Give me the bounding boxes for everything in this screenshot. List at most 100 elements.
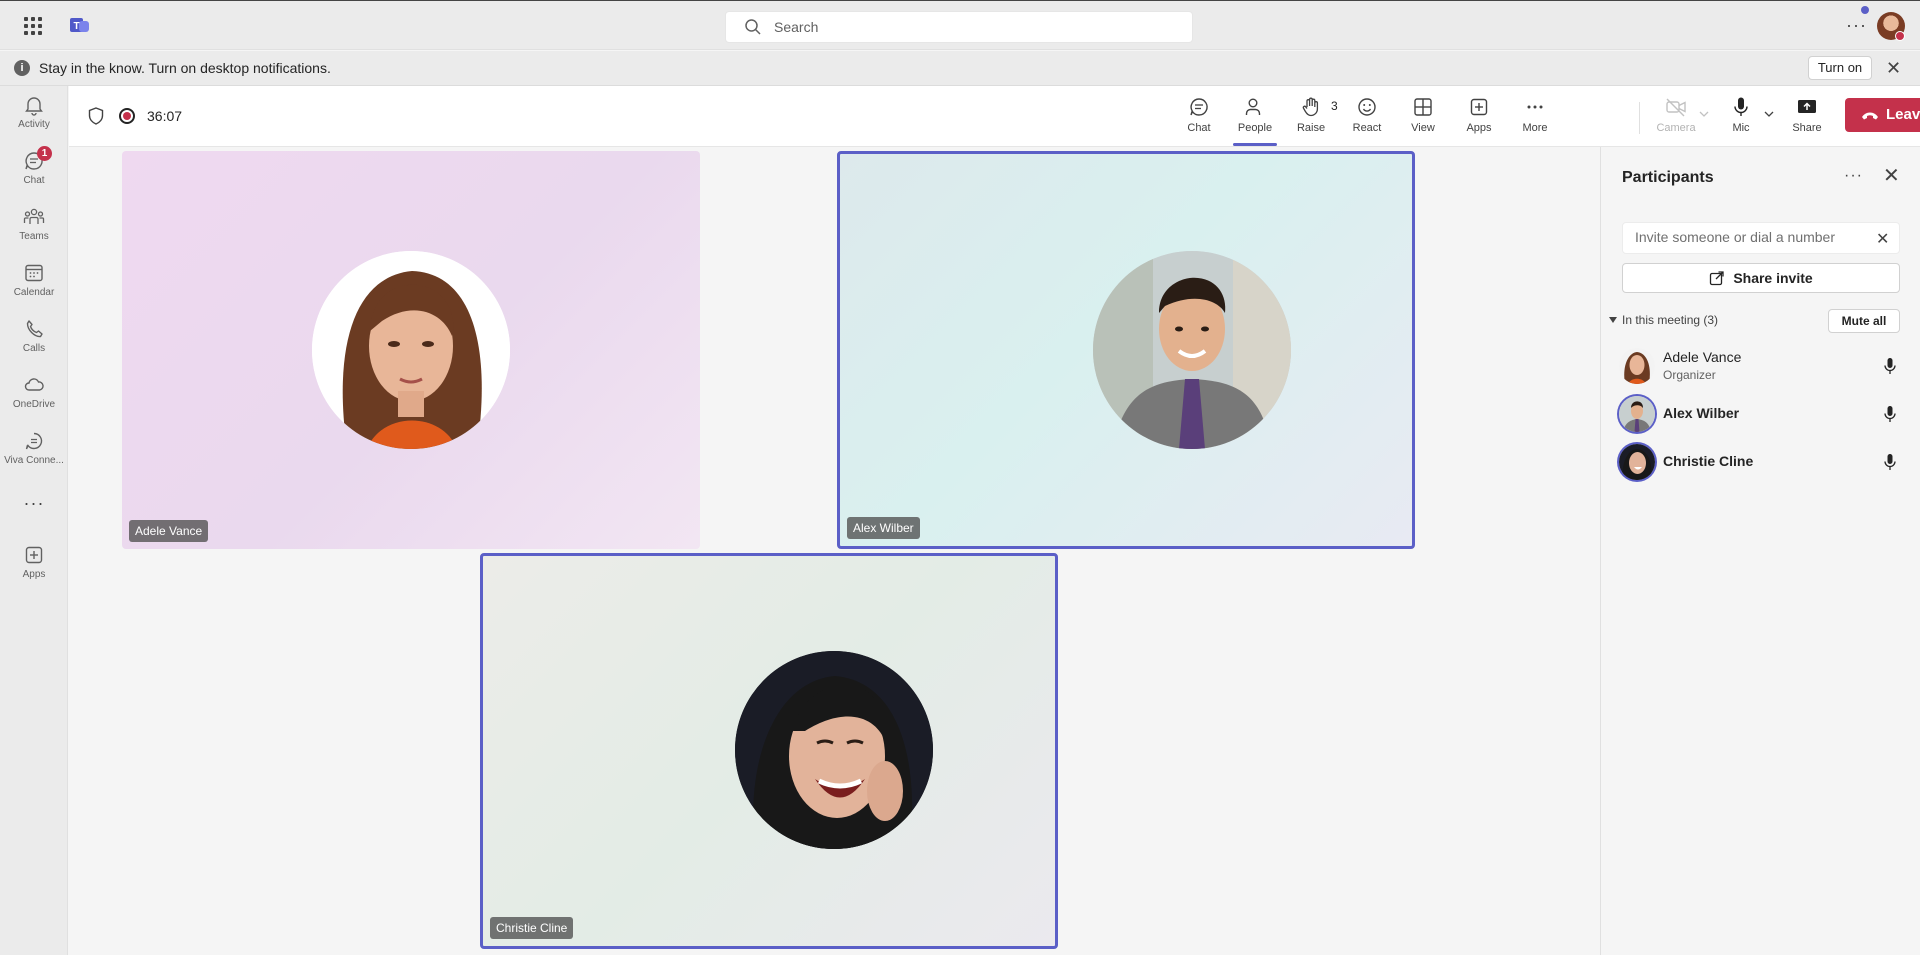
teams-logo-icon: T xyxy=(70,18,89,32)
rail-label-viva: Viva Conne... xyxy=(4,455,64,466)
more-apps-icon[interactable]: ··· xyxy=(0,493,68,514)
rail-label-calls: Calls xyxy=(22,343,46,354)
rail-label-calendar: Calendar xyxy=(13,287,55,298)
chat-button[interactable]: Chat xyxy=(1174,96,1224,134)
rail-label-apps: Apps xyxy=(22,569,46,580)
plus-square-icon xyxy=(25,546,43,564)
rail-item-onedrive[interactable]: OneDrive xyxy=(0,374,68,410)
share-invite-button[interactable]: Share invite xyxy=(1622,263,1900,293)
avatar xyxy=(1619,444,1655,480)
rail-item-viva[interactable]: Viva Conne... xyxy=(0,430,68,466)
people-button[interactable]: People xyxy=(1230,96,1280,134)
more-icon xyxy=(1527,105,1543,109)
camera-off-icon xyxy=(1666,98,1686,117)
in-meeting-section-toggle[interactable]: In this meeting (3) xyxy=(1609,313,1718,327)
react-button[interactable]: React xyxy=(1342,96,1392,134)
rail-item-chat[interactable]: 1 Chat xyxy=(0,146,68,186)
apps-button[interactable]: Apps xyxy=(1454,96,1504,134)
more-label: More xyxy=(1522,122,1548,134)
presence-status-icon xyxy=(1895,31,1905,41)
camera-button[interactable]: Camera xyxy=(1651,96,1701,134)
more-icon[interactable]: ··· xyxy=(1844,167,1863,185)
notification-bar: i Stay in the know. Turn on desktop noti… xyxy=(0,51,1920,86)
rail-label-chat: Chat xyxy=(23,175,45,186)
teams-icon xyxy=(23,208,45,224)
participant-name: Christie Cline xyxy=(1663,453,1754,469)
rail-label-activity: Activity xyxy=(18,119,50,130)
share-icon xyxy=(1710,271,1724,286)
rail-label-teams: Teams xyxy=(19,231,49,242)
video-tile[interactable]: Alex Wilber xyxy=(837,151,1415,549)
notification-message: Stay in the know. Turn on desktop notifi… xyxy=(39,60,331,76)
people-icon xyxy=(1245,98,1261,115)
mic-icon[interactable] xyxy=(1882,405,1898,423)
mute-all-button[interactable]: Mute all xyxy=(1828,309,1900,333)
viva-icon xyxy=(25,432,43,450)
info-icon: i xyxy=(14,60,30,76)
rail-item-calendar[interactable]: Calendar xyxy=(0,262,68,298)
avatar xyxy=(735,651,933,849)
raise-label: Raise xyxy=(1296,122,1326,134)
rail-item-apps[interactable]: Apps xyxy=(0,544,68,580)
rail-item-calls[interactable]: Calls xyxy=(0,318,68,354)
rail-item-activity[interactable]: Activity xyxy=(0,94,68,130)
participant-row[interactable]: Adele Vance Organizer xyxy=(1601,344,1920,388)
emoji-icon xyxy=(1358,98,1376,116)
participant-role: Organizer xyxy=(1663,368,1716,382)
plus-square-icon xyxy=(1470,98,1488,116)
notification-dot xyxy=(1861,6,1869,14)
raise-hand-icon xyxy=(1302,97,1319,117)
mic-button[interactable]: Mic xyxy=(1716,96,1766,134)
participant-name-tag: Alex Wilber xyxy=(847,517,920,539)
leave-button[interactable]: Leave xyxy=(1845,98,1920,132)
app-rail: Activity 1 Chat Teams Calendar Calls One… xyxy=(0,86,68,955)
clear-icon[interactable]: ✕ xyxy=(1876,229,1889,249)
participant-row[interactable]: Alex Wilber xyxy=(1601,392,1920,436)
shield-icon[interactable] xyxy=(88,107,104,125)
mic-icon[interactable] xyxy=(1882,453,1898,471)
share-screen-icon xyxy=(1798,100,1816,113)
settings-more-icon[interactable]: ··· xyxy=(1846,15,1867,36)
section-label: In this meeting (3) xyxy=(1622,313,1719,327)
turn-on-button[interactable]: Turn on xyxy=(1808,56,1872,80)
rail-item-teams[interactable]: Teams xyxy=(0,206,68,242)
participant-name: Alex Wilber xyxy=(1663,405,1740,421)
mic-options-chevron-icon[interactable] xyxy=(1764,110,1774,118)
participant-name-tag: Adele Vance xyxy=(129,520,209,542)
camera-options-chevron-icon[interactable] xyxy=(1699,110,1709,118)
search-box[interactable]: Search xyxy=(725,11,1193,43)
video-tile[interactable]: Christie Cline xyxy=(480,553,1058,949)
avatar xyxy=(1619,348,1655,384)
mic-icon xyxy=(1734,97,1748,116)
avatar xyxy=(312,251,510,449)
hang-up-icon xyxy=(1862,112,1878,120)
toolbar-divider xyxy=(1639,102,1640,134)
raise-hand-button[interactable]: Raise xyxy=(1286,96,1336,134)
share-button[interactable]: Share xyxy=(1782,96,1832,134)
chat-label: Chat xyxy=(1187,122,1211,134)
more-button[interactable]: More xyxy=(1510,96,1560,134)
close-icon[interactable]: ✕ xyxy=(1883,166,1900,186)
view-label: View xyxy=(1411,122,1435,134)
invite-field[interactable]: ✕ xyxy=(1622,222,1900,254)
people-label: People xyxy=(1237,122,1273,134)
participant-row[interactable]: Christie Cline xyxy=(1601,440,1920,484)
participants-panel: Participants ··· ✕ ✕ Share invite In thi… xyxy=(1600,147,1920,955)
invite-input[interactable] xyxy=(1635,229,1855,245)
video-tile[interactable]: Adele Vance xyxy=(122,151,700,549)
share-label: Share xyxy=(1792,122,1822,134)
video-stage: Adele Vance Alex Wilber Christie Cline xyxy=(69,147,1600,955)
avatar xyxy=(1093,251,1291,449)
camera-label: Camera xyxy=(1656,122,1696,134)
leave-label: Leave xyxy=(1886,106,1920,123)
react-label: React xyxy=(1352,122,1382,134)
view-button[interactable]: View xyxy=(1398,96,1448,134)
close-icon[interactable]: ✕ xyxy=(1886,59,1901,77)
app-launcher-icon[interactable] xyxy=(24,17,42,35)
cloud-icon xyxy=(24,378,44,391)
title-bar: T Search ··· xyxy=(0,0,1920,50)
mic-icon[interactable] xyxy=(1882,357,1898,375)
avatar xyxy=(1619,396,1655,432)
panel-title: Participants xyxy=(1622,169,1714,186)
collapse-caret-icon xyxy=(1609,317,1617,323)
